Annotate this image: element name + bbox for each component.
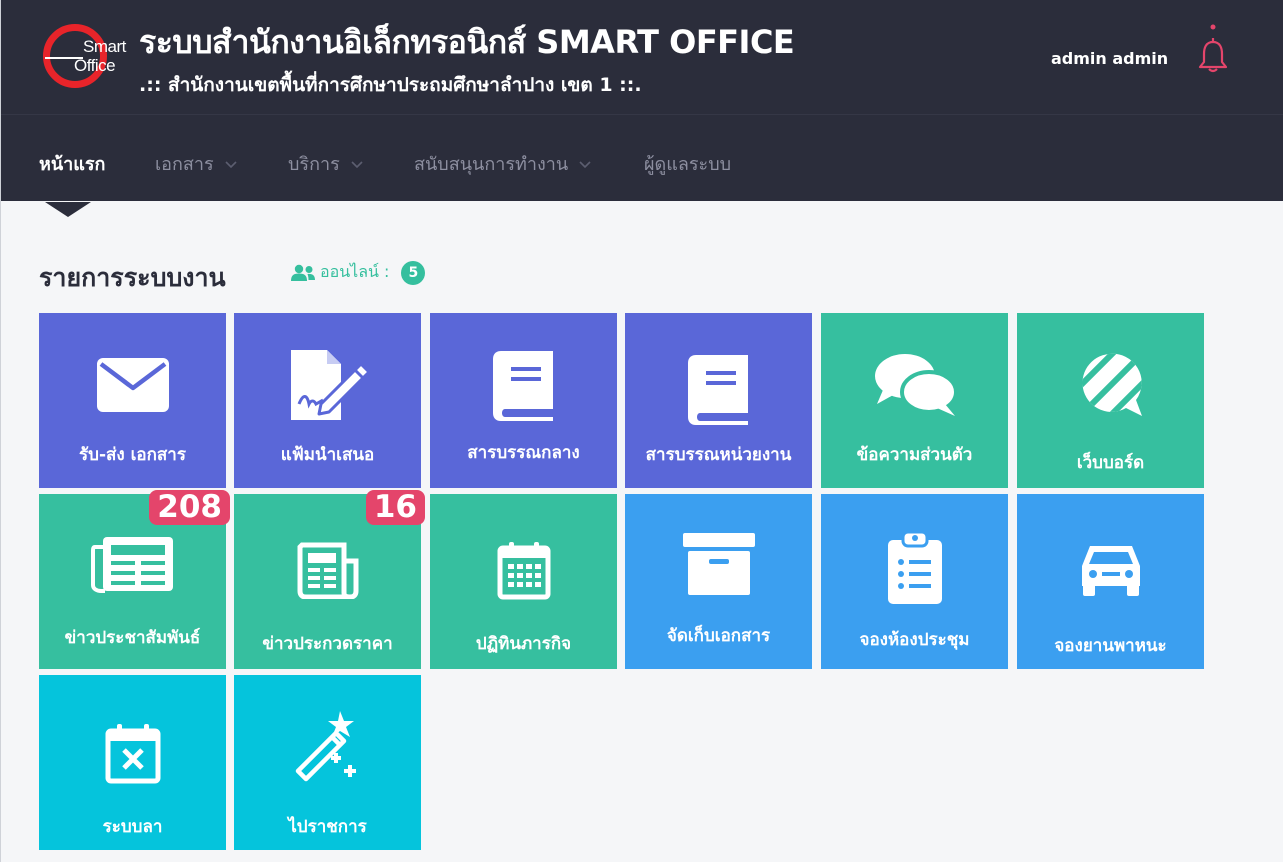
magic-wand-icon (295, 711, 356, 782)
notification-bell-button[interactable] (1197, 22, 1231, 74)
nav-item-home[interactable]: หน้าแรก (39, 149, 105, 178)
chevron-down-icon (225, 160, 237, 168)
tile-label: รับ-ส่ง เอกสาร (79, 445, 186, 465)
tile-icon-wrap (234, 530, 421, 610)
unread-count-badge: 208 (149, 490, 230, 525)
tile-proposal-folder[interactable]: แฟ้มนำเสนอ (234, 313, 421, 488)
nav-item-label: เอกสาร (155, 154, 214, 175)
nav-item-label: บริการ (288, 154, 340, 175)
tile-private-messages[interactable]: ข้อความส่วนตัว (821, 313, 1008, 488)
calendar-icon (497, 542, 550, 600)
tile-label: จองห้องประชุม (859, 630, 970, 650)
tile-vehicle-booking[interactable]: จองยานพาหนะ (1017, 494, 1204, 669)
tile-icon-wrap (430, 530, 617, 610)
newspaper-icon (90, 537, 173, 593)
webboard-icon (1081, 353, 1142, 417)
tile-icon-wrap (625, 524, 812, 604)
online-users-indicator: ออนไลน์ : 5 (290, 260, 426, 285)
nav-item-admin[interactable]: ผู้ดูแลระบบ (644, 149, 731, 178)
tile-label: สารบรรณกลาง (467, 443, 580, 463)
nav-item-label: ผู้ดูแลระบบ (644, 154, 732, 175)
tile-icon-wrap (234, 345, 421, 425)
online-label: ออนไลน์ : (320, 262, 390, 281)
chevron-down-icon (351, 160, 363, 168)
tile-bidding-news[interactable]: ข่าวประกวดราคา 16 (234, 490, 425, 669)
tile-webboard[interactable]: เว็บบอร์ด (1017, 313, 1204, 488)
page: Smart Office ระบบสำนักงานอิเล็กทรอนิกส์ … (0, 0, 1283, 862)
app-subtitle: .:: สำนักงานเขตพื้นที่การศึกษาประถมศึกษา… (139, 74, 642, 96)
unread-count-badge: 16 (365, 490, 425, 525)
nav-item-label: หน้าแรก (39, 154, 106, 175)
tile-leave-system[interactable]: ระบบลา (39, 675, 226, 850)
tile-official-travel[interactable]: ไปราชการ (234, 675, 421, 850)
tile-label: แฟ้มนำเสนอ (280, 445, 375, 465)
tile-label: ข่าวประกวดราคา (262, 634, 393, 654)
tile-document-exchange[interactable]: รับ-ส่ง เอกสาร (39, 313, 226, 488)
tile-icon-wrap (39, 524, 226, 604)
tile-label: ข้อความส่วนตัว (856, 445, 973, 465)
book-icon (687, 355, 748, 425)
tile-label: สารบรรณหน่วยงาน (645, 445, 792, 465)
chevron-down-icon (579, 160, 591, 168)
book-icon (492, 351, 553, 421)
file-signature-icon (290, 350, 370, 420)
tile-icon-wrap (430, 345, 617, 425)
tile-icon-wrap (821, 528, 1008, 608)
nav-item-documents[interactable]: เอกสาร (155, 149, 238, 178)
online-count-badge: 5 (401, 260, 426, 285)
nav-item-work-support[interactable]: สนับสนุนการทำงาน (414, 149, 592, 178)
tile-label: ไปราชการ (288, 817, 367, 837)
tile-label: ข่าวประชาสัมพันธ์ (64, 628, 201, 648)
section-title: รายการระบบงาน (39, 263, 226, 292)
tile-icon-wrap (234, 705, 421, 785)
bell-icon (1198, 24, 1228, 73)
tile-label: เว็บบอร์ด (1076, 453, 1145, 473)
top-header: Smart Office ระบบสำนักงานอิเล็กทรอนิกส์ … (1, 0, 1283, 114)
tile-label: จัดเก็บเอกสาร (666, 626, 771, 646)
tile-central-correspondence[interactable]: สารบรรณกลาง (430, 313, 617, 488)
nav-item-services[interactable]: บริการ (288, 149, 364, 178)
tile-unit-correspondence[interactable]: สารบรรณหน่วยงาน (625, 313, 812, 488)
calendar-x-icon (105, 724, 160, 784)
smart-office-logo[interactable]: Smart Office (41, 22, 127, 92)
newspaper-outline-icon (297, 542, 358, 599)
tile-label: ระบบลา (102, 817, 163, 837)
comments-icon (874, 354, 958, 416)
tile-icon-wrap (1017, 345, 1204, 425)
tile-icon-wrap (1017, 530, 1204, 610)
tile-mission-calendar[interactable]: ปฏิทินภารกิจ (430, 494, 617, 669)
tile-label: ปฏิทินภารกิจ (475, 634, 572, 654)
tile-document-archive[interactable]: จัดเก็บเอกสาร (625, 494, 812, 669)
tile-icon-wrap (625, 349, 812, 429)
tile-public-relations-news[interactable]: ข่าวประชาสัมพันธ์ 208 (39, 490, 230, 669)
logo-text-line1: Smart (83, 37, 126, 56)
app-title: ระบบสำนักงานอิเล็กทรอนิกส์ SMART OFFICE (139, 23, 795, 61)
user-menu[interactable]: admin admin (1051, 49, 1168, 68)
tile-icon-wrap (39, 345, 226, 425)
tile-meeting-room-booking[interactable]: จองห้องประชุม (821, 494, 1008, 669)
tile-icon-wrap (821, 345, 1008, 425)
tile-icon-wrap (39, 713, 226, 793)
nav-item-label: สนับสนุนการทำงาน (414, 154, 569, 175)
archive-icon (682, 533, 755, 595)
envelope-icon (96, 358, 169, 412)
clipboard-list-icon (887, 530, 942, 604)
tile-label: จองยานพาหนะ (1054, 636, 1167, 656)
active-nav-pointer (45, 202, 91, 217)
main-navbar: หน้าแรก เอกสาร บริการ สนับสนุนการทำงาน ผ… (1, 114, 1283, 217)
car-icon (1081, 546, 1140, 596)
users-icon (291, 264, 315, 281)
logo-text-line2: Office (74, 56, 116, 75)
